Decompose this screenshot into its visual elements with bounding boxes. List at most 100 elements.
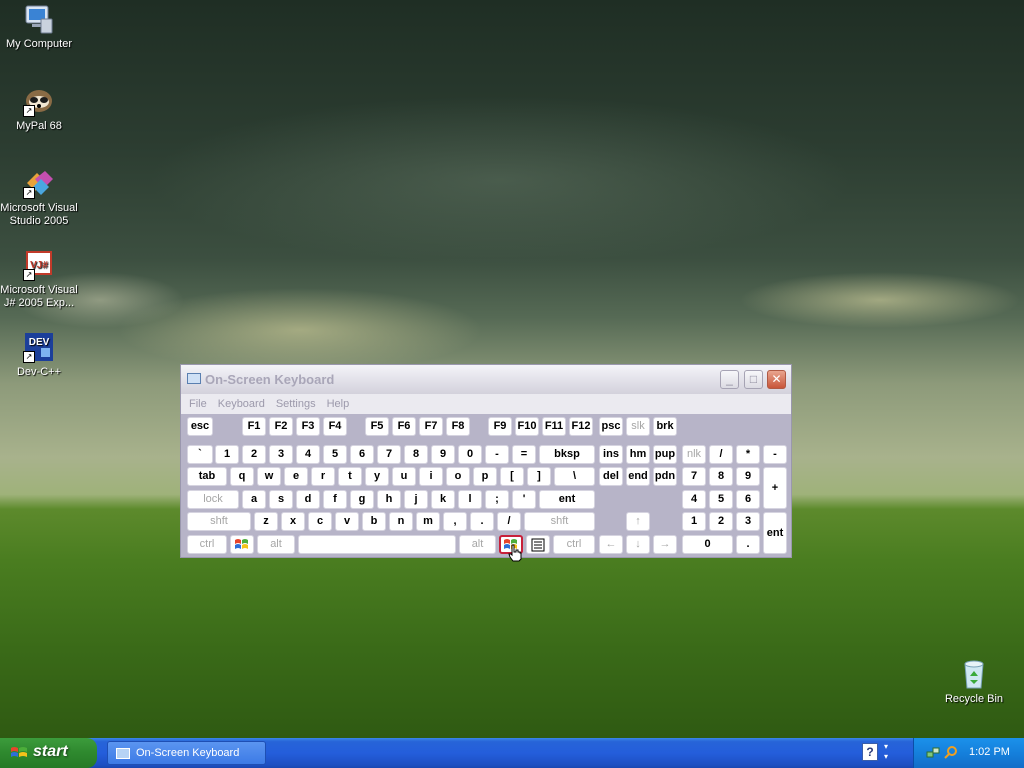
on-screen-keyboard-window[interactable]: On-Screen Keyboard _ □ ✕ File Keyboard S… bbox=[180, 364, 792, 562]
key-1[interactable]: 1 bbox=[215, 445, 239, 464]
key-f6[interactable]: F6 bbox=[392, 417, 416, 436]
key-f4[interactable]: F4 bbox=[323, 417, 347, 436]
key-del[interactable]: del bbox=[599, 467, 623, 486]
key-num-5[interactable]: 5 bbox=[709, 490, 733, 509]
key-h[interactable]: h bbox=[377, 490, 401, 509]
window-title-bar[interactable]: On-Screen Keyboard _ □ ✕ bbox=[181, 365, 791, 394]
menu-help[interactable]: Help bbox=[327, 398, 350, 410]
network-icon[interactable] bbox=[926, 746, 940, 760]
key-arrow-right[interactable]: → bbox=[653, 535, 677, 554]
menu-settings[interactable]: Settings bbox=[276, 398, 316, 410]
key-b[interactable]: b bbox=[362, 512, 386, 531]
key-f1[interactable]: F1 bbox=[242, 417, 266, 436]
key-m[interactable]: m bbox=[416, 512, 440, 531]
key-0[interactable]: 0 bbox=[458, 445, 482, 464]
key-arrow-down[interactable]: ↓ bbox=[626, 535, 650, 554]
key-tab[interactable]: tab bbox=[187, 467, 227, 486]
key-4[interactable]: 4 bbox=[296, 445, 320, 464]
key-num-3[interactable]: 3 bbox=[736, 512, 760, 531]
key-brk[interactable]: brk bbox=[653, 417, 677, 436]
key-7[interactable]: 7 bbox=[377, 445, 401, 464]
key-equals[interactable]: = bbox=[512, 445, 536, 464]
key-d[interactable]: d bbox=[296, 490, 320, 509]
key-f[interactable]: f bbox=[323, 490, 347, 509]
desktop-icon-my-computer[interactable]: My Computer bbox=[0, 3, 79, 51]
desktop-icon-recycle-bin[interactable]: Recycle Bin bbox=[934, 658, 1014, 706]
clock[interactable]: 1:02 PM bbox=[969, 746, 1010, 758]
key-minus[interactable]: - bbox=[485, 445, 509, 464]
key-capslock[interactable]: lock bbox=[187, 490, 239, 509]
key-n[interactable]: n bbox=[389, 512, 413, 531]
key-pgdn[interactable]: pdn bbox=[653, 467, 677, 486]
key-left-alt[interactable]: alt bbox=[257, 535, 295, 554]
key-c[interactable]: c bbox=[308, 512, 332, 531]
key-num-2[interactable]: 2 bbox=[709, 512, 733, 531]
key-v[interactable]: v bbox=[335, 512, 359, 531]
key-comma[interactable]: , bbox=[443, 512, 467, 531]
key-num-minus[interactable]: - bbox=[763, 445, 787, 464]
key-period[interactable]: . bbox=[470, 512, 494, 531]
desktop-icon-visual-studio[interactable]: ↗ Microsoft Visual Studio 2005 bbox=[0, 167, 79, 228]
key-num-7[interactable]: 7 bbox=[682, 467, 706, 486]
menu-file[interactable]: File bbox=[189, 398, 207, 410]
key-backtick[interactable]: ` bbox=[187, 445, 213, 464]
key-q[interactable]: q bbox=[230, 467, 254, 486]
key-num-divide[interactable]: / bbox=[709, 445, 733, 464]
key-8[interactable]: 8 bbox=[404, 445, 428, 464]
key-pgup[interactable]: pup bbox=[653, 445, 677, 464]
key-num-multiply[interactable]: * bbox=[736, 445, 760, 464]
key-numlock[interactable]: nlk bbox=[682, 445, 706, 464]
key-quote[interactable]: ' bbox=[512, 490, 536, 509]
key-left-bracket[interactable]: [ bbox=[500, 467, 524, 486]
key-backslash[interactable]: \ bbox=[554, 467, 595, 486]
key-g[interactable]: g bbox=[350, 490, 374, 509]
key-r[interactable]: r bbox=[311, 467, 335, 486]
key-2[interactable]: 2 bbox=[242, 445, 266, 464]
key-f5[interactable]: F5 bbox=[365, 417, 389, 436]
key-f9[interactable]: F9 bbox=[488, 417, 512, 436]
key-right-alt[interactable]: alt bbox=[459, 535, 496, 554]
key-num-8[interactable]: 8 bbox=[709, 467, 733, 486]
key-f3[interactable]: F3 bbox=[296, 417, 320, 436]
key-f8[interactable]: F8 bbox=[446, 417, 470, 436]
key-ins[interactable]: ins bbox=[599, 445, 623, 464]
key-s[interactable]: s bbox=[269, 490, 293, 509]
language-bar-options-icon[interactable]: ▾ ▾ bbox=[884, 742, 888, 762]
key-y[interactable]: y bbox=[365, 467, 389, 486]
key-t[interactable]: t bbox=[338, 467, 362, 486]
key-u[interactable]: u bbox=[392, 467, 416, 486]
key-num-0[interactable]: 0 bbox=[682, 535, 733, 554]
key-end[interactable]: end bbox=[626, 467, 650, 486]
key-j[interactable]: j bbox=[404, 490, 428, 509]
key-p[interactable]: p bbox=[473, 467, 497, 486]
key-f2[interactable]: F2 bbox=[269, 417, 293, 436]
key-right-shift[interactable]: shft bbox=[524, 512, 595, 531]
key-home[interactable]: hm bbox=[626, 445, 650, 464]
key-3[interactable]: 3 bbox=[269, 445, 293, 464]
key-9[interactable]: 9 bbox=[431, 445, 455, 464]
key-app-menu[interactable] bbox=[526, 535, 550, 554]
menu-keyboard[interactable]: Keyboard bbox=[218, 398, 265, 410]
key-windows[interactable] bbox=[230, 535, 254, 554]
key-6[interactable]: 6 bbox=[350, 445, 374, 464]
key-w[interactable]: w bbox=[257, 467, 281, 486]
key-o[interactable]: o bbox=[446, 467, 470, 486]
key-a[interactable]: a bbox=[242, 490, 266, 509]
key-num-enter[interactable]: ent bbox=[763, 512, 787, 554]
close-button[interactable]: ✕ bbox=[767, 370, 786, 389]
desktop-icon-devcpp[interactable]: DEV ↗ Dev-C++ bbox=[0, 331, 79, 379]
minimize-button[interactable]: _ bbox=[720, 370, 739, 389]
desktop-icon-mypal[interactable]: ↗ MyPal 68 bbox=[0, 85, 79, 133]
start-button[interactable]: start bbox=[0, 738, 97, 768]
desktop-icon-visual-jsharp[interactable]: VJ# ↗ Microsoft Visual J# 2005 Exp... bbox=[0, 249, 79, 310]
key-psc[interactable]: psc bbox=[599, 417, 623, 436]
key-num-6[interactable]: 6 bbox=[736, 490, 760, 509]
key-num-9[interactable]: 9 bbox=[736, 467, 760, 486]
key-f11[interactable]: F11 bbox=[542, 417, 566, 436]
key-e[interactable]: e bbox=[284, 467, 308, 486]
key-right-bracket[interactable]: ] bbox=[527, 467, 551, 486]
key-k[interactable]: k bbox=[431, 490, 455, 509]
key-enter[interactable]: ent bbox=[539, 490, 595, 509]
key-f7[interactable]: F7 bbox=[419, 417, 443, 436]
key-z[interactable]: z bbox=[254, 512, 278, 531]
